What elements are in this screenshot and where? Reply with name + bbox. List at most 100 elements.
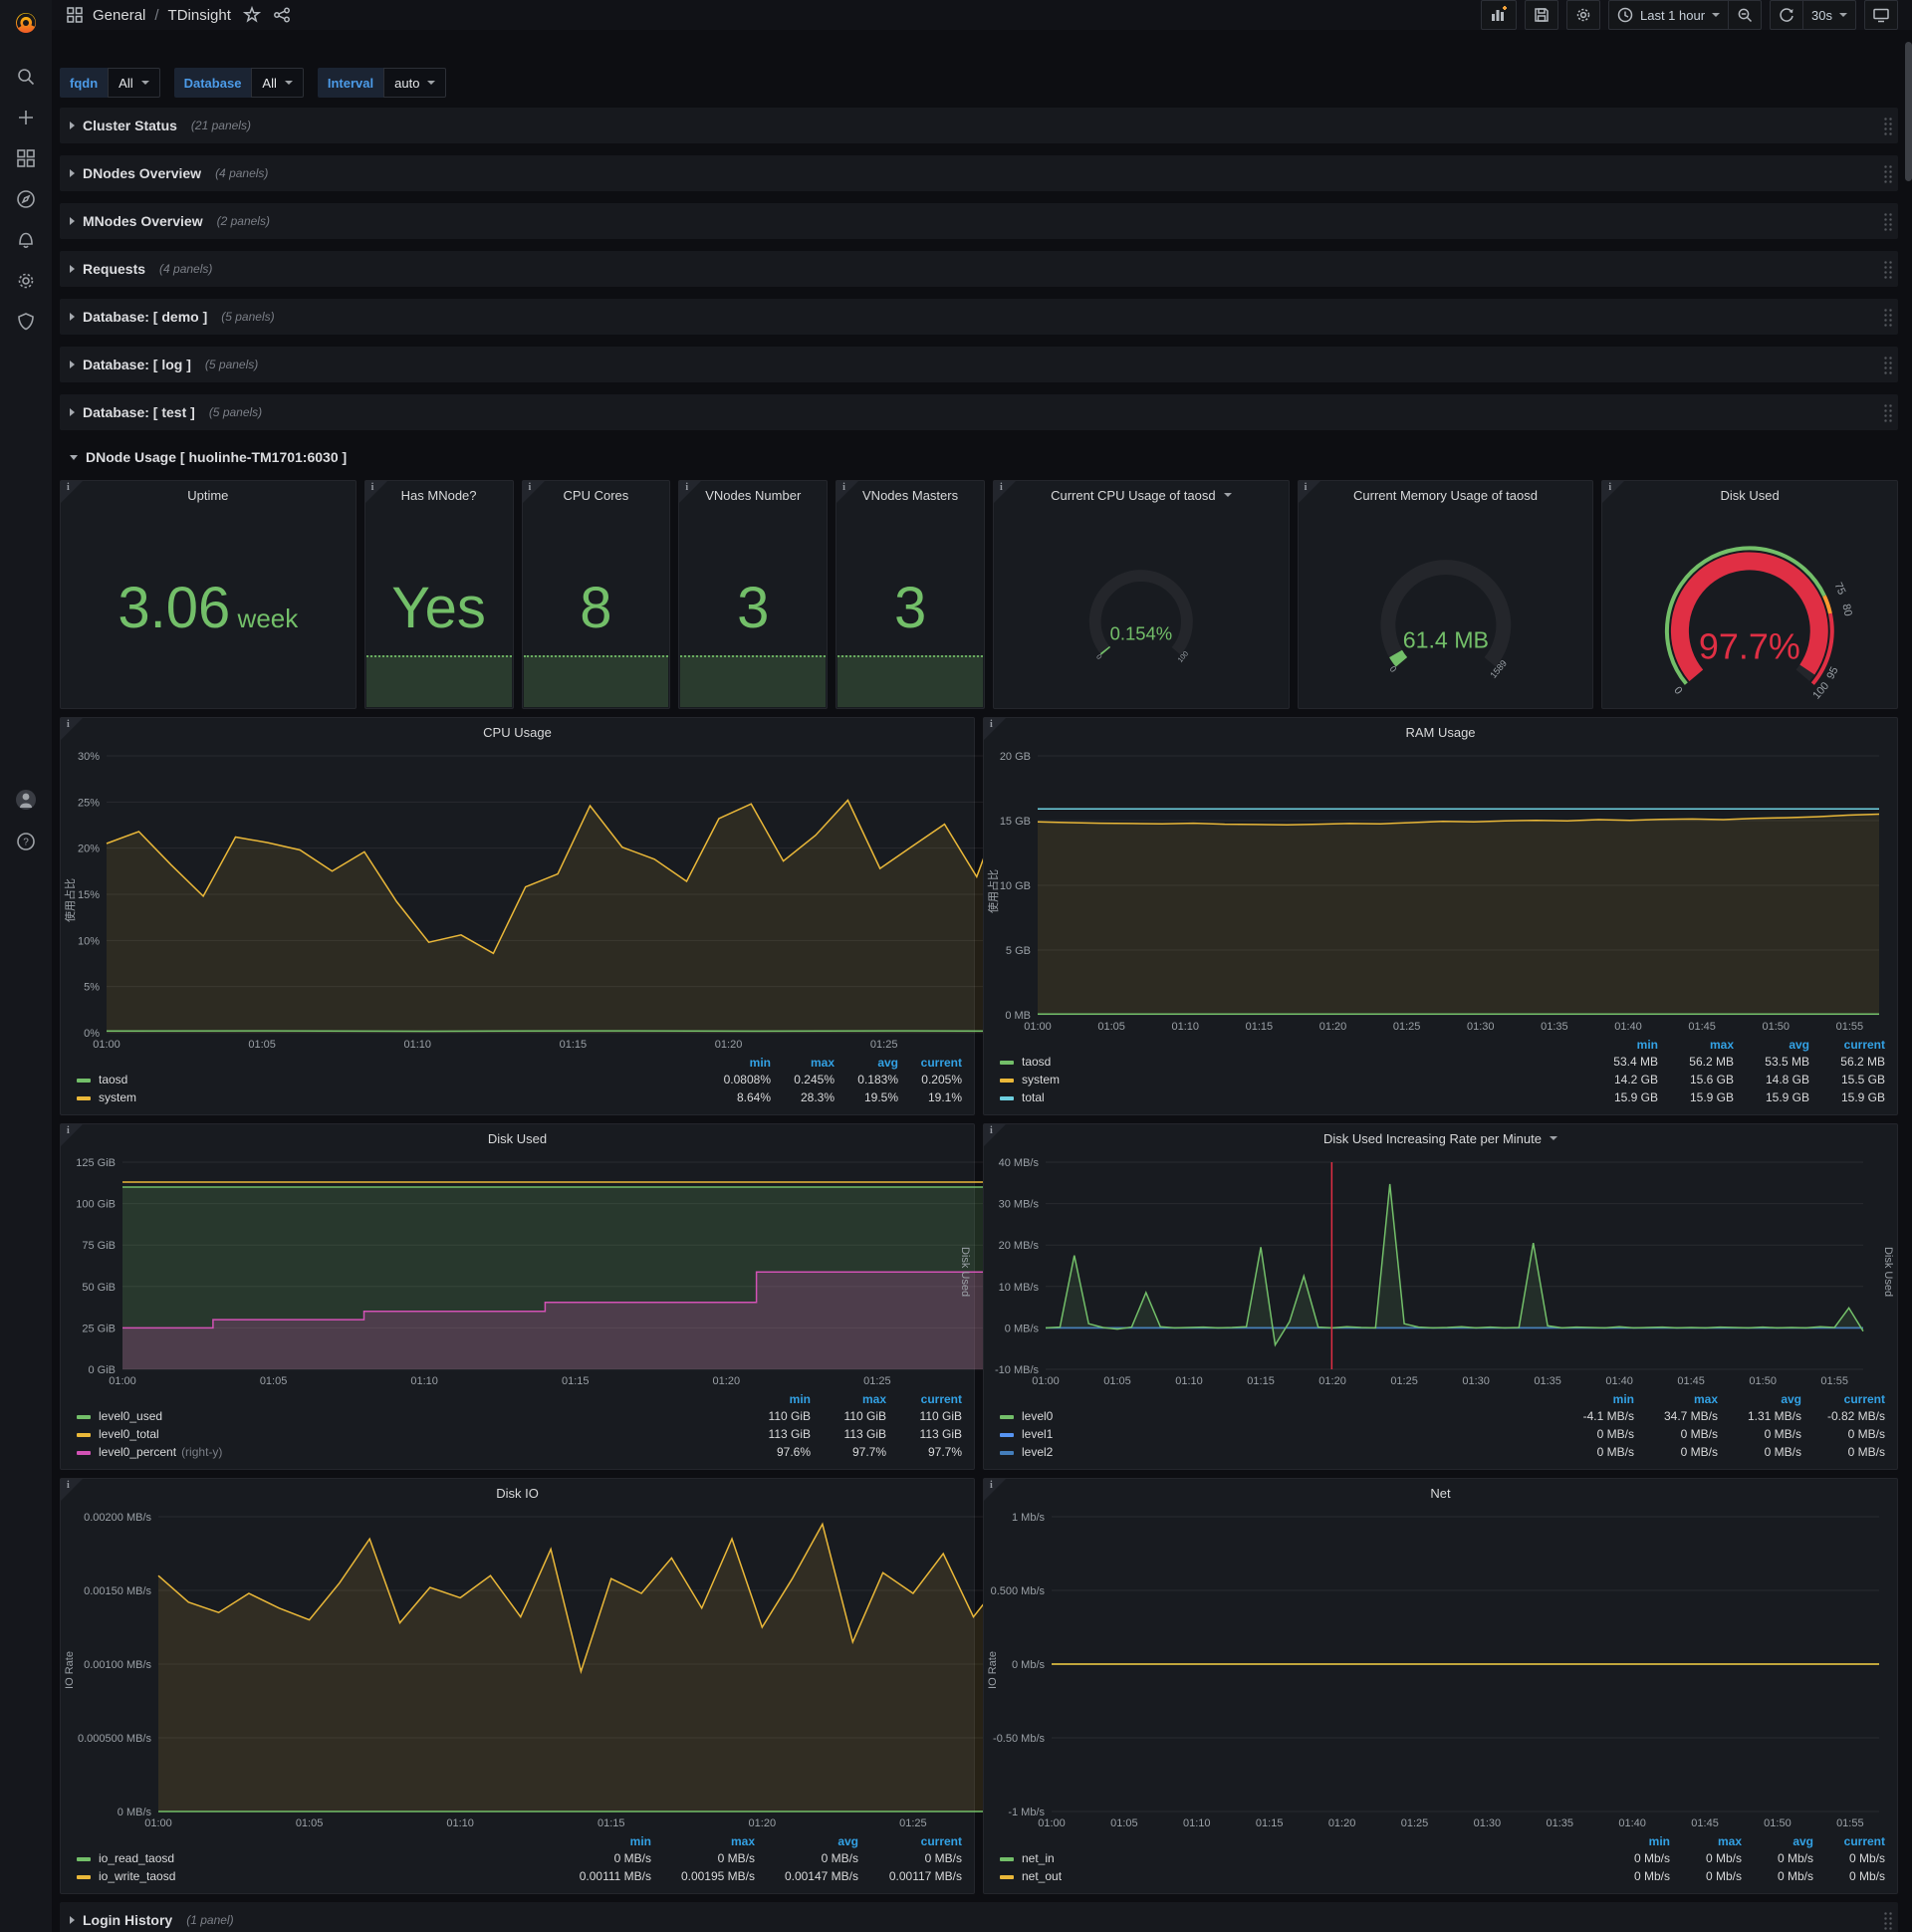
panel-title[interactable]: Current CPU Usage of taosd bbox=[994, 481, 1289, 509]
row-drag-handle[interactable] bbox=[1882, 211, 1894, 231]
row-title[interactable]: Database: [ log ] bbox=[83, 357, 191, 372]
legend-series-name[interactable]: net_in bbox=[1022, 1851, 1055, 1865]
legend-series-name[interactable]: system bbox=[99, 1090, 136, 1104]
legend-column-header[interactable]: current bbox=[860, 1833, 964, 1849]
create-plus-icon[interactable] bbox=[8, 105, 44, 130]
panel-title[interactable]: RAM Usage bbox=[984, 718, 1897, 746]
legend-column-header[interactable]: min bbox=[1600, 1833, 1672, 1849]
legend-column-header[interactable]: avg bbox=[836, 1055, 900, 1071]
panel-title[interactable]: Disk IO bbox=[61, 1479, 974, 1507]
server-admin-shield-icon[interactable] bbox=[8, 309, 44, 335]
legend-series-name[interactable]: level0 bbox=[1022, 1409, 1053, 1423]
row-title[interactable]: DNodes Overview bbox=[83, 165, 201, 181]
legend-series-name[interactable]: level2 bbox=[1022, 1445, 1053, 1459]
panel-info-corner[interactable] bbox=[61, 718, 83, 740]
dashboard-row[interactable]: Database: [ test ] (5 panels) bbox=[60, 394, 1898, 430]
legend-column-header[interactable]: min bbox=[550, 1833, 653, 1849]
panel-info-corner[interactable] bbox=[522, 481, 545, 503]
panel-title[interactable]: CPU Usage bbox=[61, 718, 974, 746]
stat-body[interactable]: 8 bbox=[523, 509, 670, 708]
star-icon[interactable] bbox=[242, 6, 261, 24]
row-drag-handle[interactable] bbox=[1882, 1910, 1894, 1930]
save-dashboard-button[interactable] bbox=[1524, 0, 1558, 30]
chart-plot-area[interactable]: 0 GiB25 GiB50 GiB75 GiB100 GiB125 GiB97.… bbox=[65, 1154, 1880, 1389]
legend-column-header[interactable]: max bbox=[653, 1833, 757, 1849]
legend-column-header[interactable]: min bbox=[737, 1391, 813, 1407]
panel-info-corner[interactable] bbox=[993, 481, 1016, 503]
legend-column-header[interactable]: min bbox=[1553, 1391, 1636, 1407]
row-title[interactable]: Database: [ test ] bbox=[83, 404, 195, 420]
legend-column-header[interactable]: avg bbox=[1736, 1037, 1811, 1053]
time-range-picker[interactable]: Last 1 hour bbox=[1607, 0, 1730, 30]
explore-compass-icon[interactable] bbox=[8, 186, 44, 212]
variable-database[interactable]: Database All bbox=[173, 68, 304, 98]
legend-column-header[interactable]: max bbox=[1660, 1037, 1736, 1053]
alerting-bell-icon[interactable] bbox=[8, 227, 44, 253]
share-icon[interactable] bbox=[273, 6, 291, 24]
dashboard-row[interactable]: Database: [ log ] (5 panels) bbox=[60, 347, 1898, 382]
row-title[interactable]: Database: [ demo ] bbox=[83, 309, 207, 325]
legend-column-header[interactable]: current bbox=[900, 1055, 964, 1071]
legend-series-name[interactable]: level1 bbox=[1022, 1427, 1053, 1441]
chart-plot-area[interactable]: 0 MB/s 0.000500 MB/s 0.00100 MB/s 0.00150 M… bbox=[65, 1509, 1880, 1831]
search-icon[interactable] bbox=[8, 64, 44, 90]
legend-column-header[interactable]: avg bbox=[1720, 1391, 1803, 1407]
row-dnode-usage[interactable]: DNode Usage [ huolinhe-TM1701:6030 ] bbox=[60, 442, 1898, 472]
panel-info-corner[interactable] bbox=[61, 1479, 83, 1501]
gauge-body[interactable]: 0 1589 61.4 MB bbox=[1299, 509, 1593, 708]
user-avatar[interactable] bbox=[8, 787, 44, 813]
row-login-history[interactable]: Login History (1 panel) bbox=[60, 1902, 1898, 1932]
variable-interval[interactable]: Interval auto bbox=[317, 68, 447, 98]
panel-title[interactable]: VNodes Masters bbox=[836, 481, 984, 509]
zoom-out-time-button[interactable] bbox=[1729, 0, 1763, 30]
legend-column-header[interactable]: max bbox=[1672, 1833, 1744, 1849]
refresh-button[interactable] bbox=[1770, 0, 1804, 30]
legend-column-header[interactable]: max bbox=[813, 1391, 888, 1407]
panel-info-corner[interactable] bbox=[984, 1124, 1006, 1146]
row-title[interactable]: MNodes Overview bbox=[83, 213, 203, 229]
legend-series-name[interactable]: system bbox=[1022, 1073, 1060, 1087]
dashboard-row[interactable]: Cluster Status (21 panels) bbox=[60, 108, 1898, 143]
stat-body[interactable]: 3 bbox=[836, 509, 984, 708]
panel-title[interactable]: CPU Cores bbox=[523, 481, 670, 509]
legend-column-header[interactable]: min bbox=[709, 1055, 773, 1071]
row-title[interactable]: Cluster Status bbox=[83, 118, 177, 133]
chart-plot-area[interactable]: 0% 5% 10% 15% 20% 25% 30% 01:00 01:05 01:10 01:15 0… bbox=[65, 748, 1880, 1053]
page-scrollbar[interactable] bbox=[1905, 42, 1912, 1924]
panel-info-corner[interactable] bbox=[984, 1479, 1006, 1501]
panel-title[interactable]: Current Memory Usage of taosd bbox=[1299, 481, 1593, 509]
add-panel-button[interactable] bbox=[1480, 0, 1517, 30]
panel-title[interactable]: Disk Used Increasing Rate per Minute bbox=[984, 1124, 1897, 1152]
legend-series-name[interactable]: io_write_taosd bbox=[99, 1869, 175, 1883]
panel-info-corner[interactable] bbox=[61, 1124, 83, 1146]
dashboard-row[interactable]: MNodes Overview (2 panels) bbox=[60, 203, 1898, 239]
legend-column-header[interactable]: max bbox=[773, 1055, 836, 1071]
variable-interval-value[interactable]: auto bbox=[383, 68, 447, 98]
panel-info-corner[interactable] bbox=[984, 718, 1006, 740]
panel-info-corner[interactable] bbox=[1298, 481, 1320, 503]
legend-series-name[interactable]: taosd bbox=[1022, 1055, 1051, 1069]
panel-title[interactable]: Net bbox=[984, 1479, 1897, 1507]
legend-column-header[interactable]: avg bbox=[1744, 1833, 1815, 1849]
row-drag-handle[interactable] bbox=[1882, 355, 1894, 374]
gauge-body[interactable]: 0 100 0.154% bbox=[994, 509, 1289, 708]
row-drag-handle[interactable] bbox=[1882, 402, 1894, 422]
cycle-view-mode-button[interactable] bbox=[1864, 0, 1898, 30]
panel-title[interactable]: Has MNode? bbox=[365, 481, 513, 509]
panel-title[interactable]: Disk Used bbox=[1602, 481, 1897, 509]
panel-title[interactable]: VNodes Number bbox=[679, 481, 827, 509]
dashboard-row[interactable]: DNodes Overview (4 panels) bbox=[60, 155, 1898, 191]
help-icon[interactable]: ? bbox=[8, 829, 44, 854]
variable-database-value[interactable]: All bbox=[251, 68, 304, 98]
legend-series-name[interactable]: net_out bbox=[1022, 1869, 1062, 1883]
panel-info-corner[interactable] bbox=[61, 481, 83, 503]
legend-series-name[interactable]: taosd bbox=[99, 1073, 127, 1087]
legend-column-header[interactable]: current bbox=[888, 1391, 964, 1407]
dashboard-row[interactable]: Database: [ demo ] (5 panels) bbox=[60, 299, 1898, 335]
gauge-body[interactable]: 0 75 80 95 100 97.7% bbox=[1602, 509, 1897, 713]
dashboard-grid-icon[interactable] bbox=[66, 6, 84, 24]
grafana-logo[interactable] bbox=[0, 0, 52, 46]
stat-body[interactable]: 3 bbox=[679, 509, 827, 708]
refresh-interval-picker[interactable]: 30s bbox=[1803, 0, 1856, 30]
legend-column-header[interactable]: current bbox=[1803, 1391, 1887, 1407]
